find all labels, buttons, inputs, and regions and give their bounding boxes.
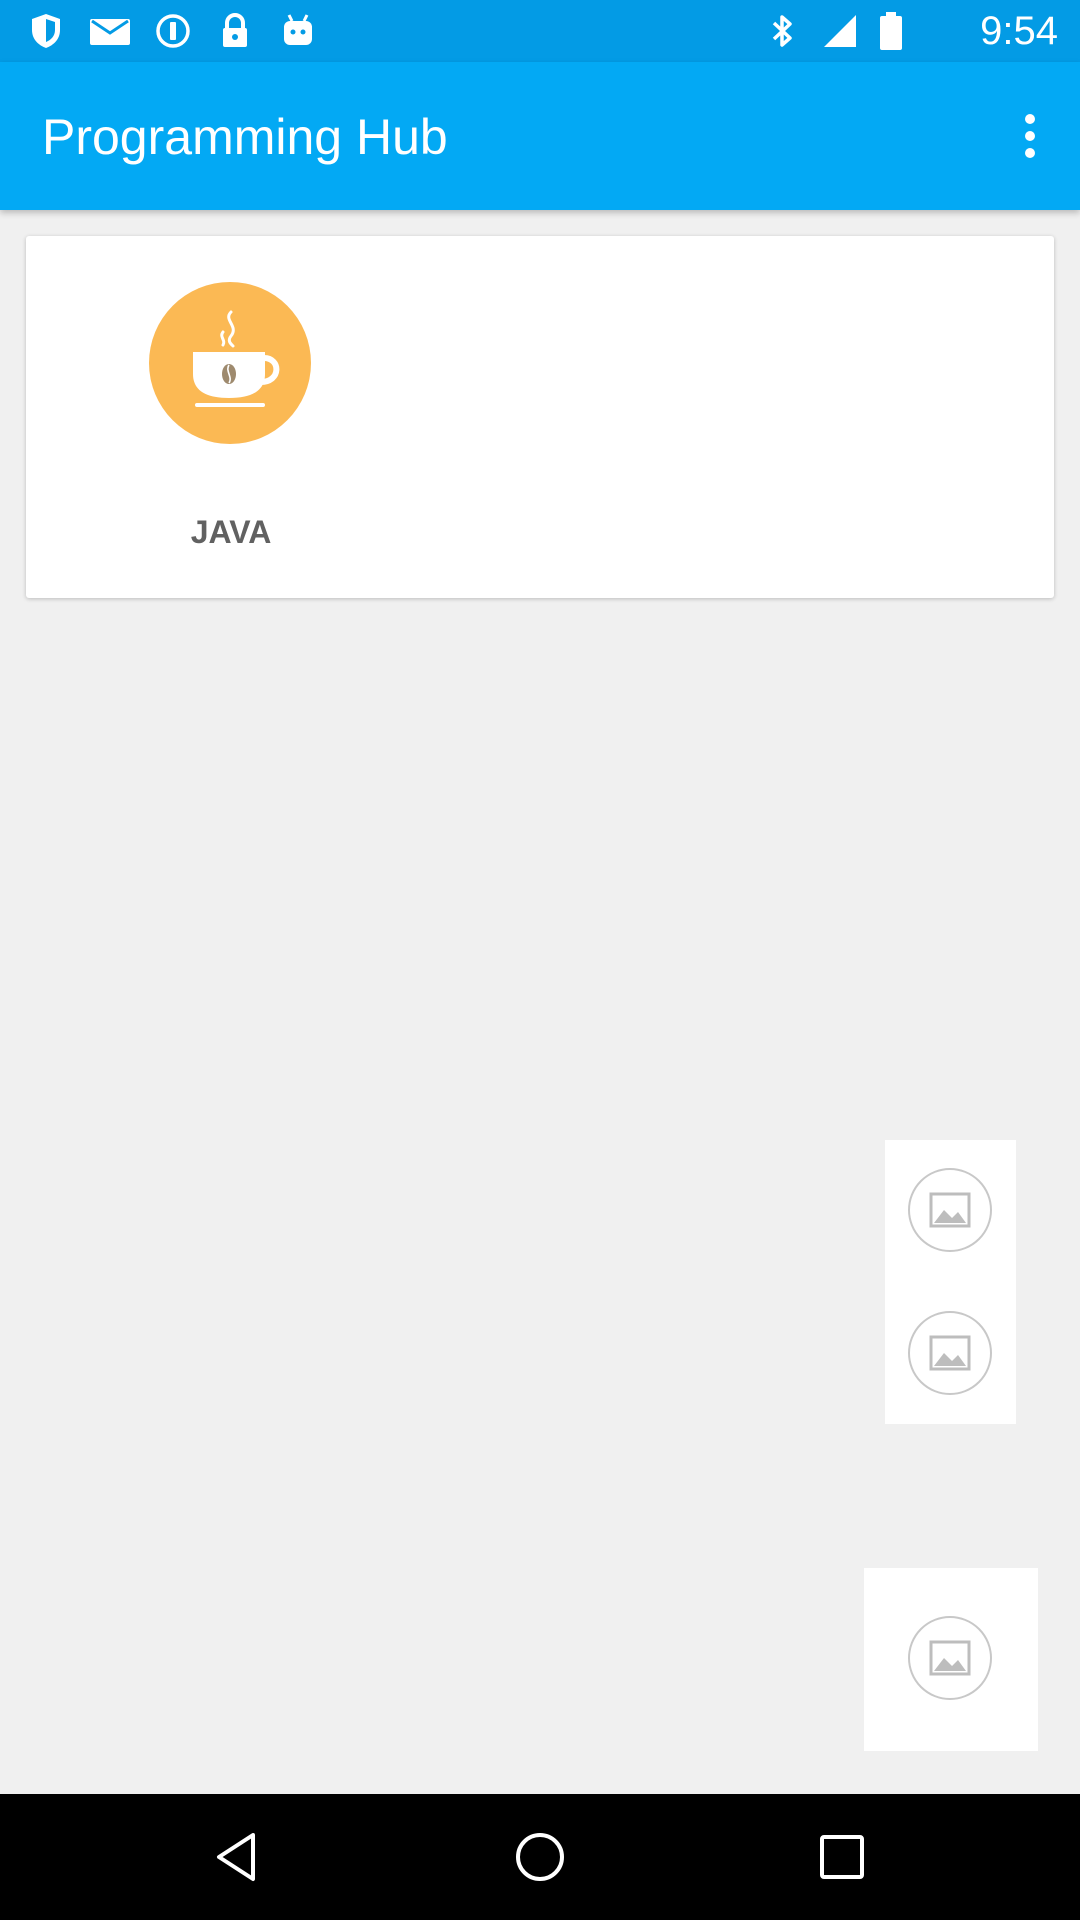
signal-icon: [820, 11, 860, 51]
image-placeholder-icon: [908, 1311, 992, 1395]
lock-icon: [215, 11, 255, 51]
ad-panel[interactable]: [864, 1568, 1038, 1751]
shield-icon: [26, 11, 66, 51]
course-icon-circle: [149, 282, 311, 444]
course-card: JAVA: [26, 236, 1054, 598]
back-icon: [217, 1833, 255, 1881]
overflow-menu-button[interactable]: [990, 96, 1070, 176]
status-bar: 9:54: [0, 0, 1080, 62]
app-title: Programming Hub: [42, 109, 448, 165]
course-label: JAVA: [190, 514, 272, 550]
ad-panel[interactable]: [885, 1140, 1016, 1424]
back-button[interactable]: [196, 1817, 276, 1897]
more-vert-icon: [1025, 114, 1035, 158]
android-icon: [278, 11, 318, 51]
clock: 9:54: [980, 9, 1058, 53]
coffee-cup-icon: [193, 310, 280, 407]
navigation-bar: [0, 1794, 1080, 1920]
image-placeholder-icon: [908, 1616, 992, 1700]
info-icon: [153, 11, 193, 51]
home-button[interactable]: [500, 1817, 580, 1897]
home-icon: [516, 1833, 564, 1881]
mail-icon: [88, 11, 132, 51]
image-placeholder-icon: [908, 1168, 992, 1252]
recents-icon: [820, 1835, 864, 1879]
course-tile-java[interactable]: JAVA: [116, 282, 346, 550]
bluetooth-icon: [762, 11, 802, 51]
battery-icon: [878, 11, 904, 51]
app-bar: Programming Hub: [0, 62, 1080, 210]
recents-button[interactable]: [802, 1817, 882, 1897]
